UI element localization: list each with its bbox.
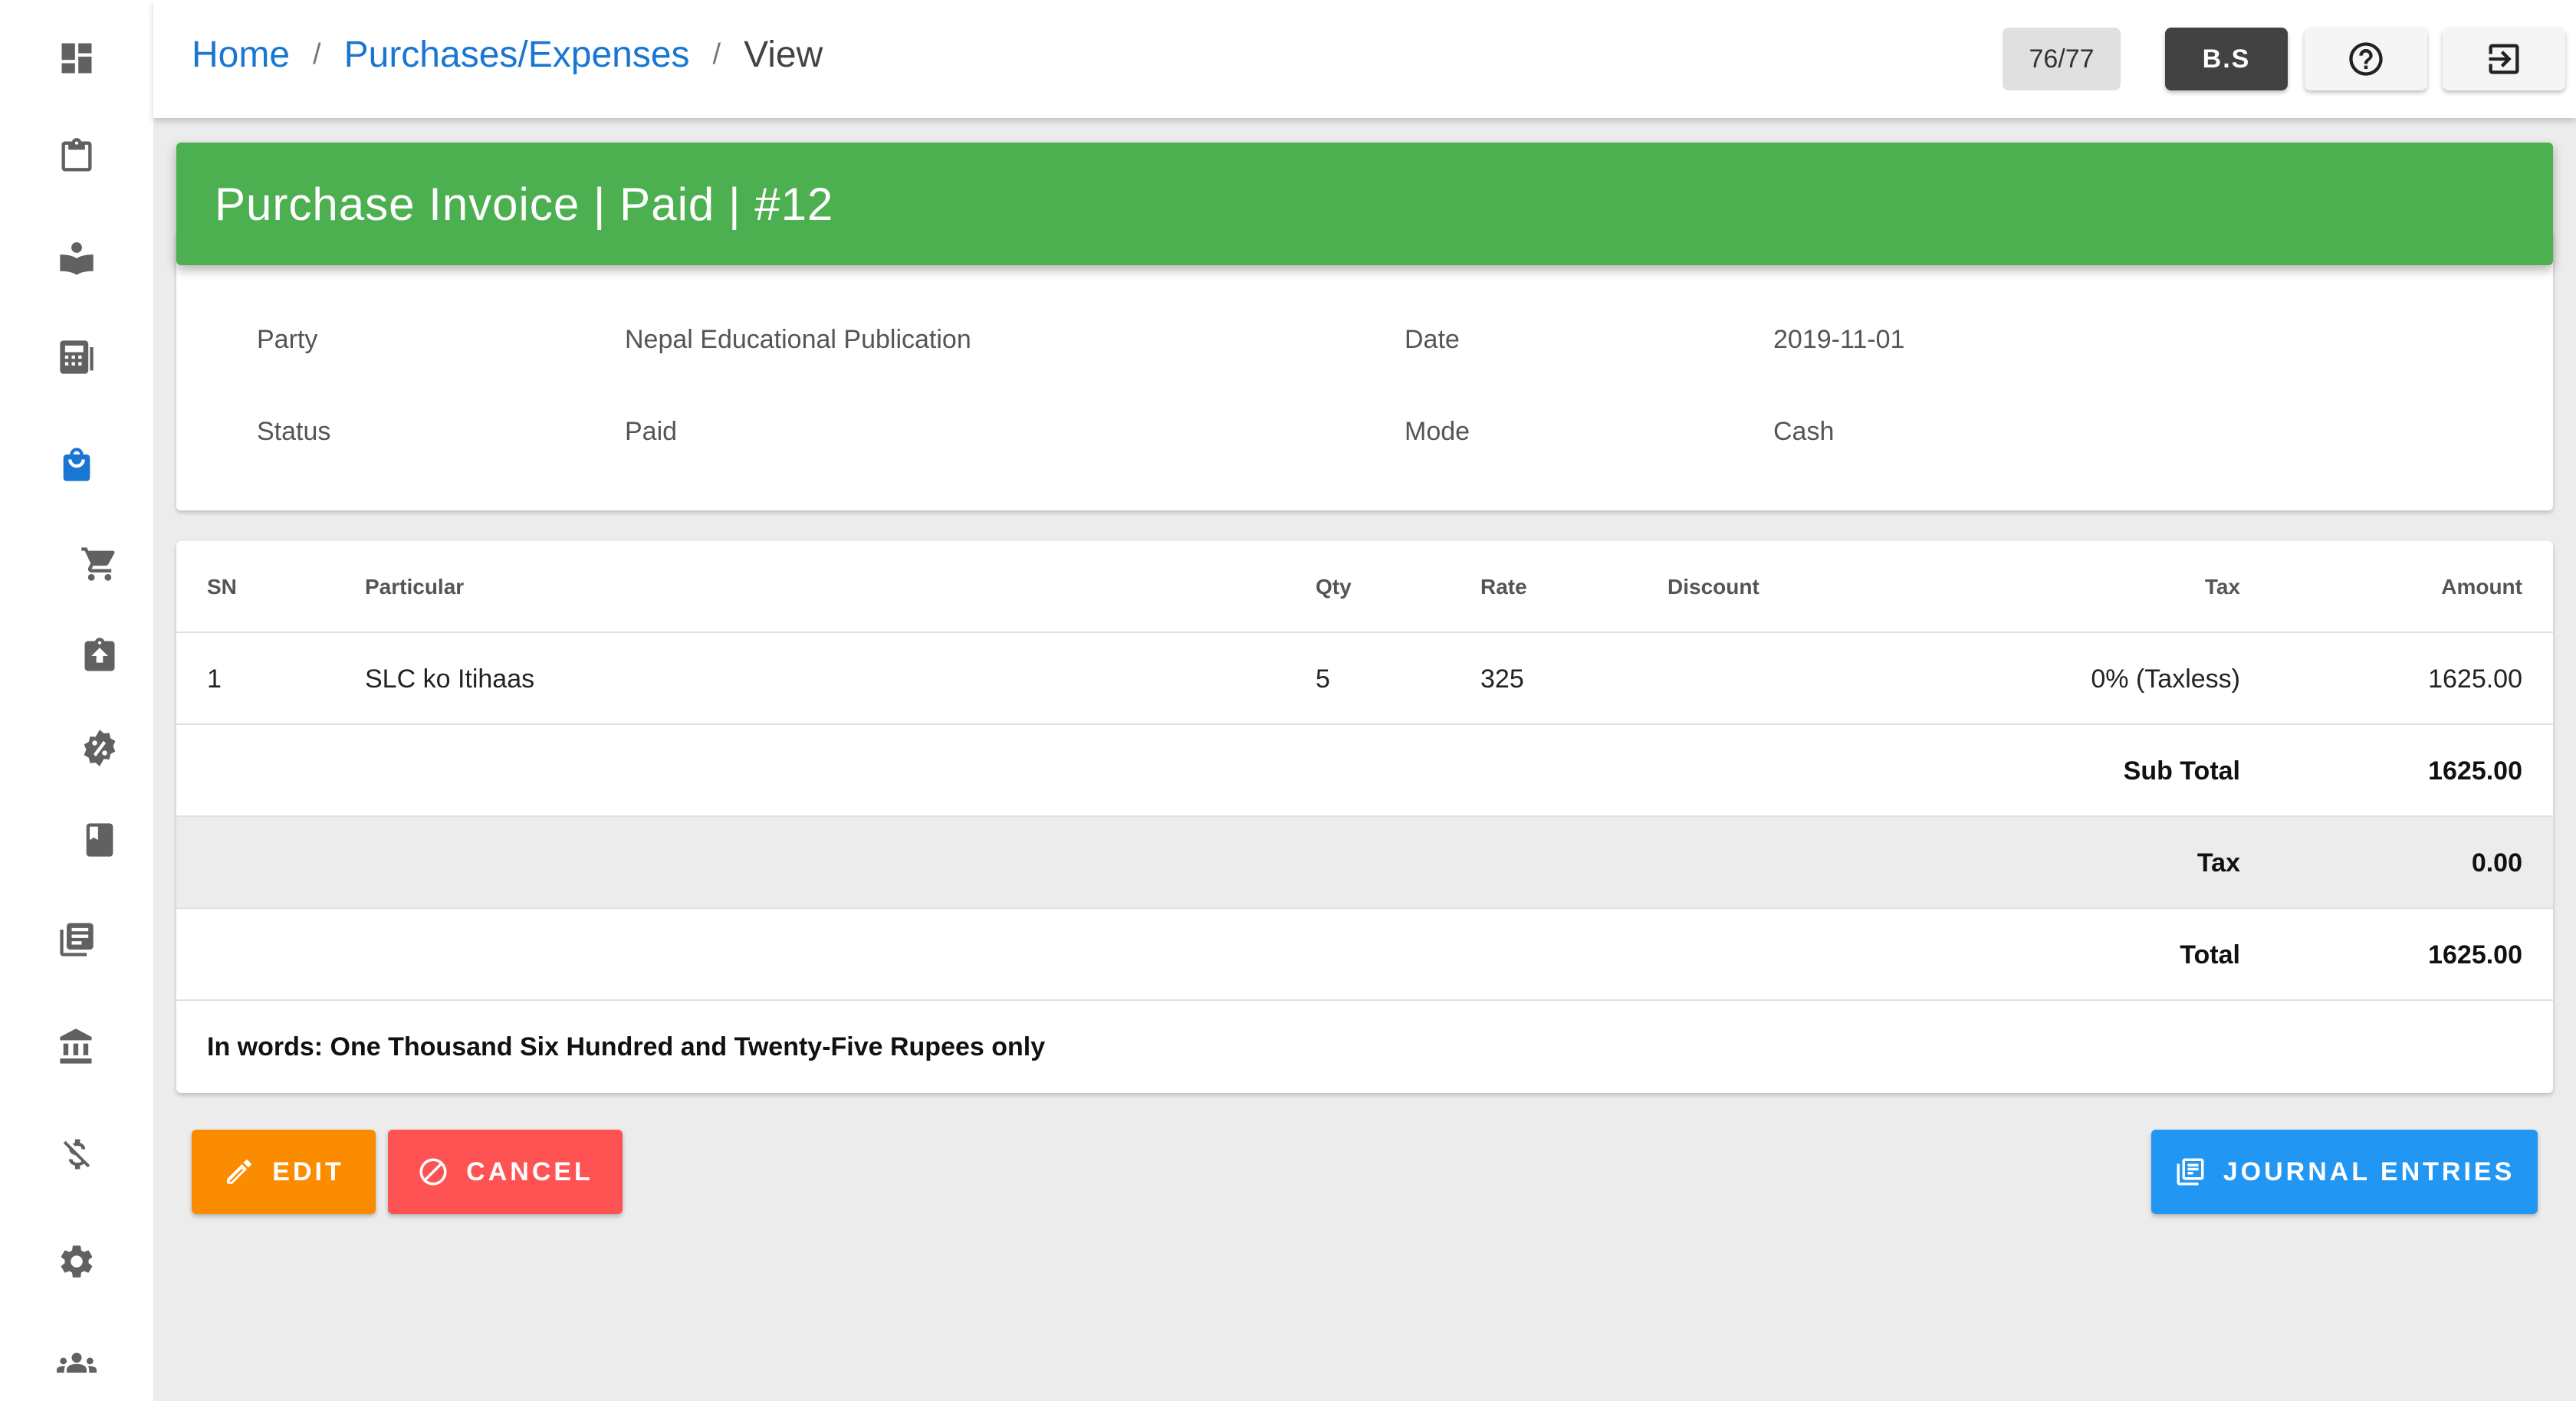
logout-button[interactable] — [2443, 28, 2565, 90]
subtotal-row: Sub Total 1625.00 — [176, 725, 2553, 817]
breadcrumb: Home / Purchases/Expenses / View — [192, 34, 823, 76]
clipboard-upload-icon[interactable] — [77, 633, 123, 679]
tax-label: Tax — [2196, 848, 2240, 878]
subtotal-label: Sub Total — [2123, 756, 2240, 786]
edit-button-label: EDIT — [272, 1157, 344, 1186]
users-icon[interactable] — [54, 1340, 100, 1386]
page-counter: 76/77 — [2003, 28, 2121, 90]
cancel-button[interactable]: CANCEL — [388, 1130, 623, 1214]
discount-icon[interactable] — [77, 725, 123, 771]
pencil-icon — [227, 1160, 252, 1184]
row-tax: 0% (Taxless) — [2091, 664, 2240, 694]
row-qty: 5 — [1316, 664, 1330, 694]
column-header-discount: Discount — [1668, 575, 1760, 599]
breadcrumb-separator: / — [712, 38, 721, 71]
books-stack-icon[interactable] — [54, 917, 100, 963]
sidebar — [0, 0, 153, 1401]
table-header-row: SN Particular Qty Rate Discount Tax Amou… — [176, 541, 2553, 633]
column-header-rate: Rate — [1480, 575, 1527, 599]
invoice-title: Purchase Invoice | Paid | #12 — [215, 178, 834, 230]
breadcrumb-separator: / — [313, 38, 321, 71]
money-off-icon[interactable] — [54, 1131, 100, 1177]
row-particular: SLC ko Itihaas — [365, 664, 535, 694]
column-header-tax: Tax — [2204, 575, 2240, 599]
row-amount: 1625.00 — [2428, 664, 2522, 694]
breadcrumb-home[interactable]: Home — [192, 34, 290, 76]
help-circle-icon — [2349, 42, 2383, 76]
calculator-icon[interactable] — [54, 334, 100, 380]
mode-value: Cash — [1773, 417, 1835, 446]
top-bar: Home / Purchases/Expenses / View 76/77 B… — [153, 0, 2576, 118]
column-header-qty: Qty — [1316, 575, 1352, 599]
breadcrumb-current: View — [744, 34, 823, 75]
help-button[interactable] — [2305, 28, 2427, 90]
journal-entries-button[interactable]: JOURNAL ENTRIES — [2151, 1130, 2538, 1214]
breadcrumb-purchases[interactable]: Purchases/Expenses — [344, 34, 690, 76]
cancel-button-label: CANCEL — [466, 1157, 593, 1186]
party-value: Nepal Educational Publication — [625, 325, 971, 354]
settings-icon[interactable] — [54, 1239, 100, 1285]
invoice-header: Purchase Invoice | Paid | #12 — [176, 143, 2553, 265]
clipboard-icon[interactable] — [54, 133, 100, 179]
shopping-bag-icon[interactable] — [54, 441, 100, 487]
tax-row: Tax 0.00 — [176, 817, 2553, 909]
dashboard-icon[interactable] — [54, 35, 100, 81]
book-reader-icon[interactable] — [54, 235, 100, 281]
bank-icon[interactable] — [54, 1024, 100, 1070]
book-icon[interactable] — [77, 817, 123, 863]
cart-icon[interactable] — [77, 541, 123, 587]
table-row: 1 SLC ko Itihaas 5 325 0% (Taxless) 1625… — [176, 633, 2553, 725]
journal-list-icon — [2177, 1158, 2204, 1186]
column-header-amount: Amount — [2441, 575, 2522, 599]
column-header-sn: SN — [207, 575, 237, 599]
party-label: Party — [257, 325, 318, 354]
date-value: 2019-11-01 — [1773, 325, 1905, 354]
status-label: Status — [257, 417, 331, 446]
total-label: Total — [2180, 940, 2240, 970]
items-table: SN Particular Qty Rate Discount Tax Amou… — [176, 541, 2553, 1093]
cancel-icon — [419, 1158, 447, 1186]
column-header-particular: Particular — [365, 575, 465, 599]
logout-icon — [2489, 44, 2519, 74]
amount-in-words: In words: One Thousand Six Hundred and T… — [207, 1032, 1046, 1061]
subtotal-value: 1625.00 — [2428, 756, 2522, 786]
mode-label: Mode — [1405, 417, 1470, 446]
calendar-toggle-button[interactable]: B.S — [2165, 28, 2288, 90]
journal-entries-button-label: JOURNAL ENTRIES — [2223, 1157, 2515, 1186]
total-value: 1625.00 — [2428, 940, 2522, 970]
edit-button[interactable]: EDIT — [192, 1130, 376, 1214]
date-label: Date — [1405, 325, 1460, 354]
invoice-details-card: Party Nepal Educational Publication Date… — [176, 230, 2553, 510]
row-rate: 325 — [1480, 664, 1524, 694]
total-row: Total 1625.00 — [176, 909, 2553, 1001]
row-sn: 1 — [207, 664, 222, 694]
status-value: Paid — [625, 417, 678, 446]
tax-value: 0.00 — [2471, 848, 2522, 878]
